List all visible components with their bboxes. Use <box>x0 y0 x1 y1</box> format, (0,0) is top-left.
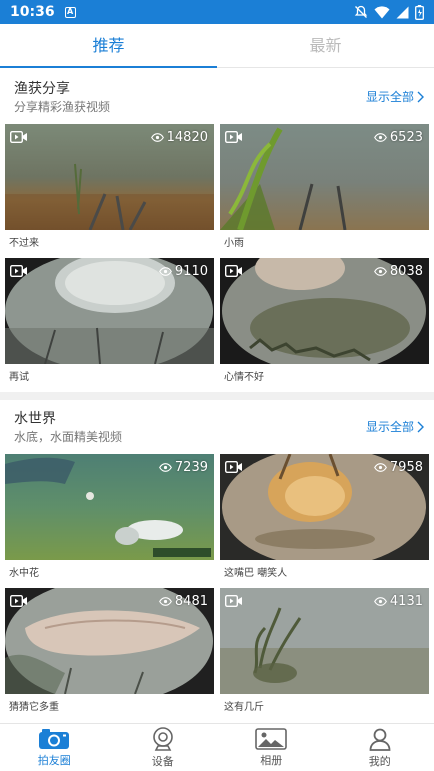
tab-latest[interactable]: 最新 <box>217 24 434 67</box>
nav-label: 拍友圈 <box>37 753 71 767</box>
section-subtitle: 水底，水面精美视频 <box>14 430 123 444</box>
view-count-value: 14820 <box>166 130 208 145</box>
tab-recommended[interactable]: 推荐 <box>0 24 217 68</box>
view-count-value: 4131 <box>389 594 423 609</box>
eye-icon <box>150 133 164 142</box>
profile-icon <box>369 728 391 751</box>
view-count-value: 7239 <box>174 460 208 475</box>
show-all-label: 显示全部 <box>365 420 414 434</box>
status-icons <box>354 4 424 20</box>
nav-label: 相册 <box>260 753 283 767</box>
view-count-value: 7958 <box>389 460 423 475</box>
view-count: 6523 <box>373 130 423 145</box>
section-title: 水世界 <box>14 411 56 427</box>
video-card[interactable]: 8481 猜猜它多重 <box>5 588 214 716</box>
view-count-value: 6523 <box>389 130 423 145</box>
eye-icon <box>373 267 387 276</box>
video-camera-icon <box>10 265 27 277</box>
video-card[interactable]: 14820 不过来 <box>5 124 214 252</box>
video-card[interactable]: 6523 小雨 <box>220 124 429 252</box>
section-header: 水世界 水底，水面精美视频 显示全部 <box>0 400 434 450</box>
eye-icon <box>373 463 387 472</box>
video-card[interactable]: 7239 水中花 <box>5 454 214 582</box>
signal-icon <box>396 6 409 18</box>
eye-icon <box>373 597 387 606</box>
video-card[interactable]: 4131 这有几斤 <box>220 588 429 716</box>
view-count: 9110 <box>158 264 208 279</box>
webcam-icon <box>152 726 173 751</box>
video-card[interactable]: 8038 心情不好 <box>220 258 429 386</box>
wifi-icon <box>374 5 390 18</box>
section-water-world: 水世界 水底，水面精美视频 显示全部 7239 水中花 7958 这嘴巴 嘲笑人… <box>0 400 434 713</box>
video-title: 这嘴巴 嘲笑人 <box>224 568 288 579</box>
show-all-button[interactable]: 显示全部 <box>366 88 424 105</box>
view-count-value: 8481 <box>174 594 208 609</box>
eye-icon <box>158 267 172 276</box>
video-camera-icon <box>225 461 242 473</box>
video-title: 不过来 <box>9 238 39 249</box>
video-title: 水中花 <box>9 568 39 579</box>
app-notification-icon: A <box>64 6 76 18</box>
view-count: 8038 <box>373 264 423 279</box>
chevron-right-icon <box>417 91 424 102</box>
nav-friends-circle[interactable]: 拍友圈 <box>0 724 109 771</box>
status-time: 10:36 <box>10 4 55 20</box>
tab-bar: 推荐 最新 <box>0 24 434 68</box>
show-all-button[interactable]: 显示全部 <box>366 418 424 435</box>
view-count-value: 9110 <box>174 264 208 279</box>
section-header: 渔获分享 分享精彩渔获视频 显示全部 <box>0 70 434 120</box>
eye-icon <box>158 597 172 606</box>
video-camera-icon <box>225 595 242 607</box>
view-count: 14820 <box>150 130 208 145</box>
eye-icon <box>373 133 387 142</box>
chevron-right-icon <box>417 421 424 432</box>
video-camera-icon <box>10 595 27 607</box>
section-catch-share: 渔获分享 分享精彩渔获视频 显示全部 14820 不过来 6523 小雨 911… <box>0 70 434 383</box>
eye-icon <box>158 463 172 472</box>
section-title: 渔获分享 <box>14 81 70 97</box>
nav-label: 我的 <box>368 754 391 768</box>
video-title: 这有几斤 <box>224 702 264 713</box>
nav-device[interactable]: 设备 <box>109 724 218 771</box>
camera-icon <box>39 728 70 749</box>
view-count: 7239 <box>158 460 208 475</box>
nav-album[interactable]: 相册 <box>217 724 326 771</box>
section-divider <box>0 392 434 400</box>
video-title: 小雨 <box>224 238 244 249</box>
video-camera-icon <box>10 131 27 143</box>
view-count: 4131 <box>373 594 423 609</box>
status-bar: 10:36 A <box>0 0 434 24</box>
video-title: 猜猜它多重 <box>9 702 59 713</box>
video-card[interactable]: 7958 这嘴巴 嘲笑人 <box>220 454 429 582</box>
video-camera-icon <box>225 265 242 277</box>
nav-mine[interactable]: 我的 <box>326 724 434 771</box>
battery-icon <box>415 4 424 20</box>
view-count: 8481 <box>158 594 208 609</box>
video-card[interactable]: 9110 再试 <box>5 258 214 386</box>
notifications-off-icon <box>354 5 368 18</box>
video-title: 心情不好 <box>224 372 264 383</box>
bottom-nav: 拍友圈 设备 相册 我的 <box>0 723 434 771</box>
video-camera-icon <box>225 131 242 143</box>
gallery-icon <box>255 727 288 750</box>
show-all-label: 显示全部 <box>365 90 414 104</box>
view-count-value: 8038 <box>389 264 423 279</box>
video-title: 再试 <box>9 372 29 383</box>
nav-label: 设备 <box>151 754 174 768</box>
section-subtitle: 分享精彩渔获视频 <box>14 100 111 114</box>
view-count: 7958 <box>373 460 423 475</box>
